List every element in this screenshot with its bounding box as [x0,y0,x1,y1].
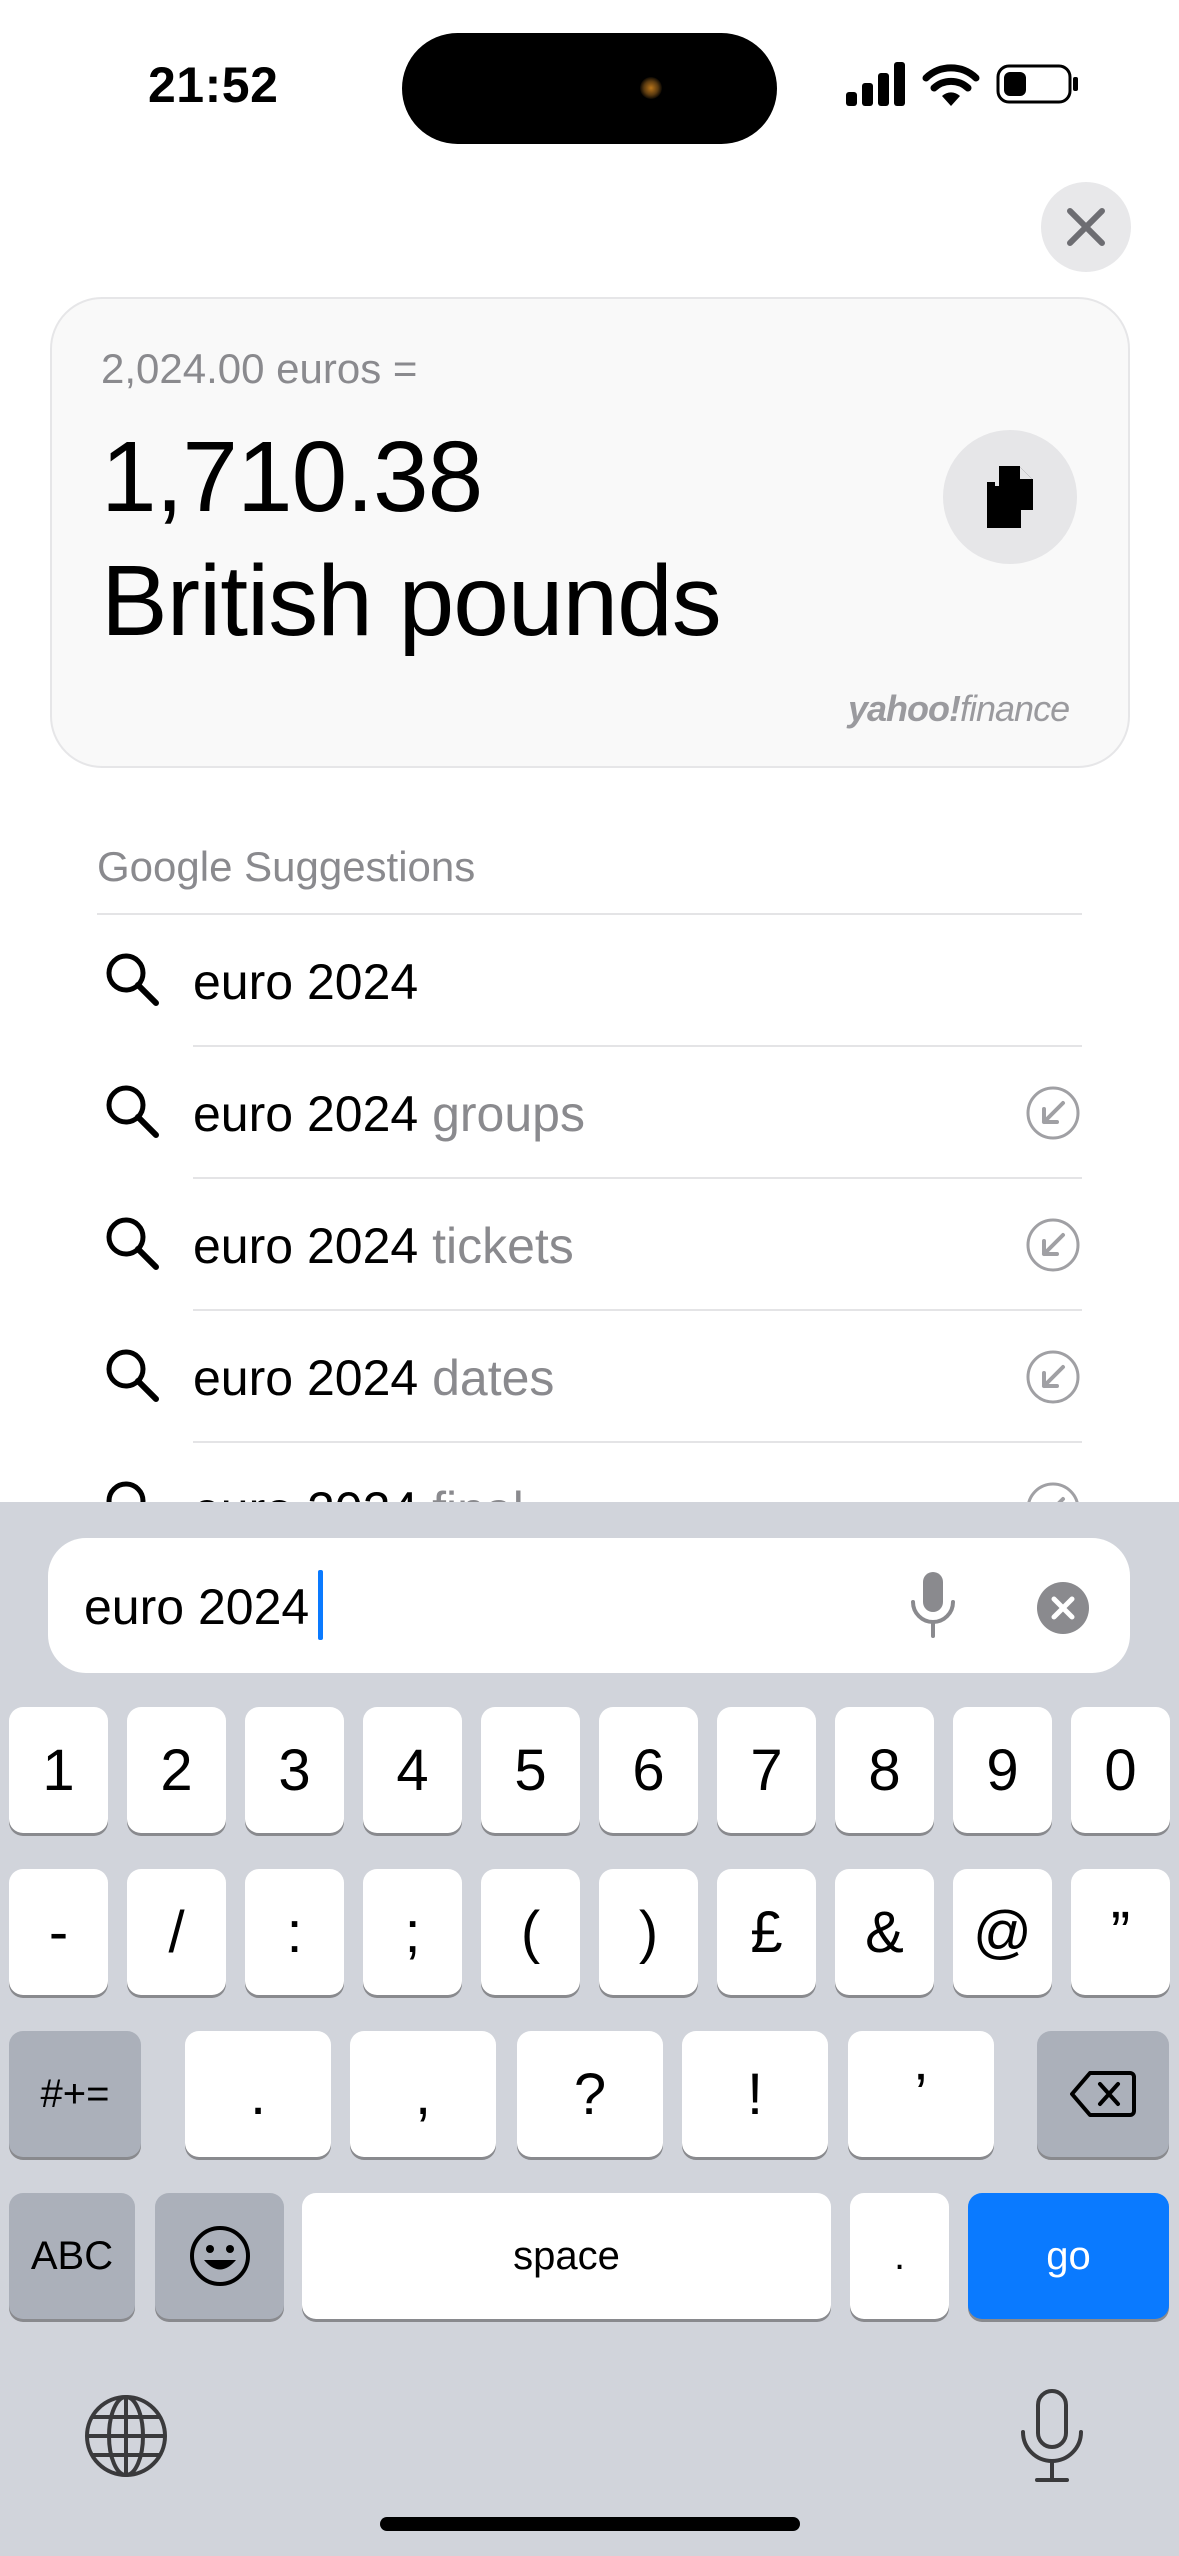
key-at[interactable]: @ [953,1869,1052,1995]
key-period-2[interactable]: . [850,2193,949,2319]
suggestions-header: Google Suggestions [97,843,476,890]
suggestion-text: euro 2024 [193,954,419,1010]
key-abc[interactable]: ABC [9,2193,135,2319]
key-hyphen[interactable]: - [9,1869,108,1995]
status-time: 21:52 [148,57,279,113]
key-apostrophe[interactable]: ’ [848,2031,994,2157]
key-2[interactable]: 2 [127,1707,226,1833]
search-icon [106,1217,159,1270]
key-slash[interactable]: / [127,1869,226,1995]
conversion-currency: British pounds [101,545,722,657]
suggestion-row[interactable]: euro 2024 dates [0,1311,1179,1443]
key-close-paren[interactable]: ) [599,1869,698,1995]
dynamic-island [402,33,777,144]
conversion-from: 2,024.00 euros = [101,345,418,392]
key-question[interactable]: ? [517,2031,663,2157]
close-icon [1067,208,1105,246]
key-exclamation[interactable]: ! [682,2031,828,2157]
key-semicolon[interactable]: ; [363,1869,462,1995]
home-indicator[interactable] [380,2517,800,2531]
microphone-icon[interactable] [905,1570,961,1640]
search-icon [106,953,159,1006]
copy-button[interactable] [943,430,1077,564]
emoji-icon [189,2226,250,2286]
key-5[interactable]: 5 [481,1707,580,1833]
wifi-icon [922,64,980,106]
suggestion-text: euro 2024 groups [193,1086,585,1142]
go-key[interactable]: go [968,2193,1169,2319]
key-7[interactable]: 7 [717,1707,816,1833]
key-8[interactable]: 8 [835,1707,934,1833]
search-input-value: euro 2024 [84,1579,310,1635]
key-9[interactable]: 9 [953,1707,1052,1833]
key-4[interactable]: 4 [363,1707,462,1833]
key-pound[interactable]: £ [717,1869,816,1995]
signal-icon [846,62,905,106]
battery-icon [996,64,1078,104]
key-colon[interactable]: : [245,1869,344,1995]
suggestion-text: euro 2024 dates [193,1350,555,1406]
close-button[interactable] [1041,182,1131,272]
suggestion-row[interactable]: euro 2024 tickets [0,1179,1179,1311]
clear-icon[interactable] [1037,1582,1089,1634]
key-symbols-switch[interactable]: #+= [9,2031,141,2157]
key-period[interactable]: . [185,2031,331,2157]
text-caret [318,1570,323,1640]
globe-icon[interactable] [83,2393,169,2479]
conversion-result: 1,710.38 British pounds [101,415,722,663]
yahoo-finance-logo: yahoo!finance [848,688,1070,729]
suggestion-text: euro 2024 tickets [193,1218,574,1274]
backspace-key[interactable] [1037,2031,1169,2157]
backspace-icon [1070,2071,1136,2117]
key-3[interactable]: 3 [245,1707,344,1833]
suggestion-row[interactable]: euro 2024 [0,915,1179,1047]
microphone-icon[interactable] [1013,2388,1091,2484]
copy-icon [987,466,1033,528]
fill-arrow-icon[interactable] [1025,1217,1081,1273]
key-1[interactable]: 1 [9,1707,108,1833]
key-open-paren[interactable]: ( [481,1869,580,1995]
suggestion-row[interactable]: euro 2024 groups [0,1047,1179,1179]
search-icon [106,1349,159,1402]
search-icon [106,1085,159,1138]
key-comma[interactable]: , [350,2031,496,2157]
key-0[interactable]: 0 [1071,1707,1170,1833]
fill-arrow-icon[interactable] [1025,1349,1081,1405]
key-ampersand[interactable]: & [835,1869,934,1995]
space-key[interactable]: space [302,2193,831,2319]
fill-arrow-icon[interactable] [1025,1085,1081,1141]
key-quote[interactable]: ” [1071,1869,1170,1995]
emoji-key[interactable] [155,2193,284,2319]
conversion-amount: 1,710.38 [101,421,483,533]
key-6[interactable]: 6 [599,1707,698,1833]
